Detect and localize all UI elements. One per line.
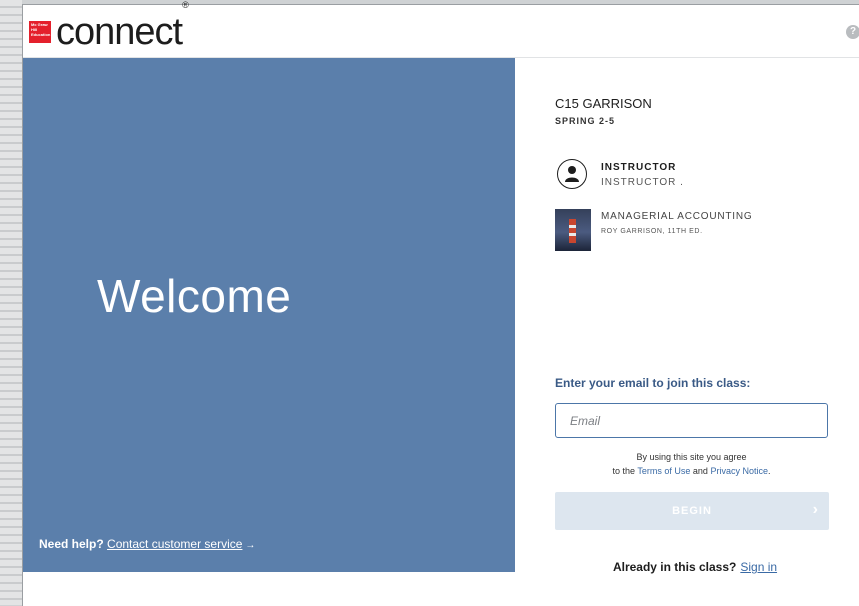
contact-customer-service-link[interactable]: Contact customer service [107,537,242,551]
header: Mc Graw Hill Education connect® ? [23,0,859,58]
legal-notice: By using this site you agree to the Term… [612,452,771,476]
sign-in-link[interactable]: Sign in [740,560,777,574]
need-help: Need help? Contact customer service → [39,537,255,551]
email-input[interactable] [555,403,828,438]
book-title: MANAGERIAL ACCOUNTING [601,211,753,222]
join-class-dialog: Mc Graw Hill Education connect® ? Welcom… [22,0,859,606]
need-help-label: Need help? [39,537,104,551]
terms-of-use-link[interactable]: Terms of Use [637,466,690,476]
book-author: ROY GARRISON, 11TH ED. [601,228,703,235]
instructor-label: INSTRUCTOR [601,162,677,173]
book-cover-image [555,209,591,251]
chevron-right-icon: › [812,501,819,518]
join-class-label: Enter your email to join this class: [555,376,751,390]
course-section: SPRING 2-5 [555,116,616,126]
mcgraw-hill-logo: Mc Graw Hill Education [29,21,51,43]
arrow-right-icon: → [245,540,256,551]
already-in-class: Already in this class? Sign in [612,560,778,574]
begin-label: BEGIN [672,505,712,517]
connect-logo: connect® [56,0,189,53]
instructor-name: INSTRUCTOR . [601,177,684,188]
begin-button[interactable]: BEGIN › [555,492,829,530]
welcome-heading: Welcome [97,270,292,322]
instructor-avatar-icon [557,159,587,189]
course-title: C15 GARRISON [555,96,652,111]
welcome-panel: Welcome Need help? Contact customer serv… [23,58,515,572]
help-icon[interactable]: ? [846,25,859,39]
background [0,0,22,605]
privacy-notice-link[interactable]: Privacy Notice [710,466,768,476]
